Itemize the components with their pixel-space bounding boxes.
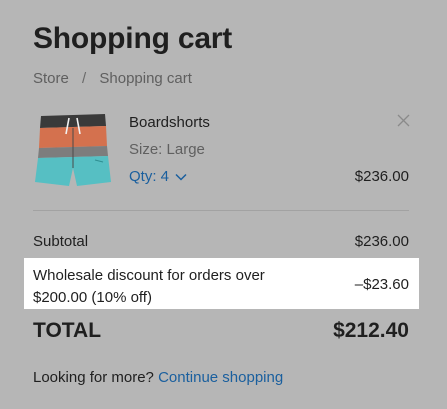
- shopping-cart-page: Shopping cart Store / Shopping cart Boar…: [0, 0, 447, 409]
- item-price: $236.00: [354, 168, 409, 185]
- total-label: TOTAL: [33, 319, 102, 342]
- page-title: Shopping cart: [33, 22, 233, 55]
- close-icon: [397, 114, 410, 132]
- discount-value: –$23.60: [354, 276, 409, 293]
- continue-prompt: Looking for more?: [33, 369, 154, 386]
- continue-shopping-row: Looking for more? Continue shopping: [33, 369, 283, 386]
- boardshorts-image[interactable]: [33, 110, 113, 188]
- discount-label: Wholesale discount for orders over $200.…: [33, 267, 265, 306]
- breadcrumb-current: Shopping cart: [99, 70, 192, 87]
- subtotal-label: Subtotal: [33, 233, 89, 250]
- discount-row: Wholesale discount for orders over $200.…: [24, 258, 419, 309]
- continue-shopping-link[interactable]: Continue shopping: [158, 369, 283, 386]
- quantity-label: Qty: 4: [129, 168, 170, 185]
- breadcrumb-store[interactable]: Store: [33, 70, 69, 87]
- breadcrumb: Store / Shopping cart: [33, 70, 192, 87]
- total-value: $212.40: [333, 319, 409, 342]
- quantity-dropdown[interactable]: Qty: 4: [129, 168, 187, 185]
- remove-item-button[interactable]: [396, 114, 410, 132]
- item-name[interactable]: Boardshorts: [129, 114, 210, 131]
- breadcrumb-separator: /: [82, 70, 87, 87]
- divider: [33, 210, 409, 211]
- subtotal-value: $236.00: [354, 233, 409, 250]
- item-size: Size: Large: [129, 141, 205, 158]
- chevron-down-icon: [175, 173, 187, 181]
